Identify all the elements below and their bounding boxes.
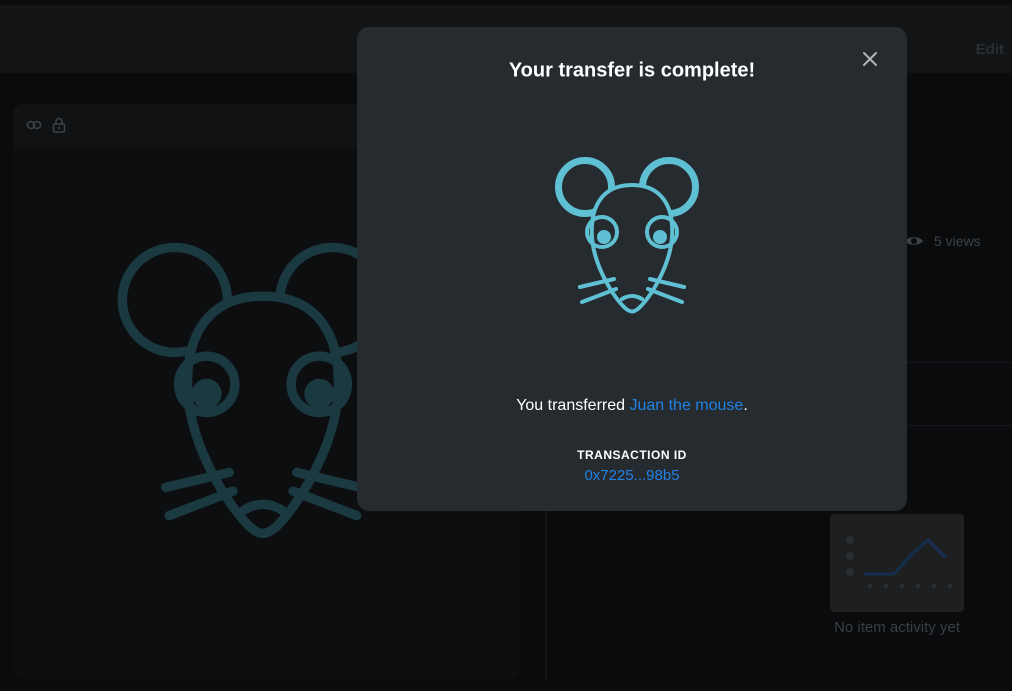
- transfer-message-suffix: .: [743, 397, 748, 414]
- views-label: 5 views: [934, 233, 981, 249]
- modal-title: Your transfer is complete!: [508, 59, 756, 82]
- activity-placeholder-graphic: [830, 514, 964, 612]
- lock-icon[interactable]: [50, 116, 68, 134]
- edit-link[interactable]: Edit: [976, 41, 1004, 58]
- transaction-id-link[interactable]: 0x7225...98b5: [357, 467, 907, 484]
- eye-icon: [905, 237, 923, 245]
- transfer-message-prefix: You transferred: [516, 397, 630, 414]
- item-name-link[interactable]: Juan the mouse: [629, 397, 743, 414]
- item-thumbnail-mouse: [555, 157, 699, 314]
- link-icon[interactable]: [25, 116, 43, 134]
- transfer-complete-modal: Your transfer is complete! You transferr…: [357, 27, 907, 511]
- transfer-message: You transferred Juan the mouse.: [357, 397, 907, 415]
- views-counter: 5 views: [904, 233, 981, 249]
- close-icon[interactable]: [858, 47, 882, 71]
- transaction-id-label: TRANSACTION ID: [577, 448, 687, 462]
- activity-empty-text: No item activity yet: [834, 619, 960, 636]
